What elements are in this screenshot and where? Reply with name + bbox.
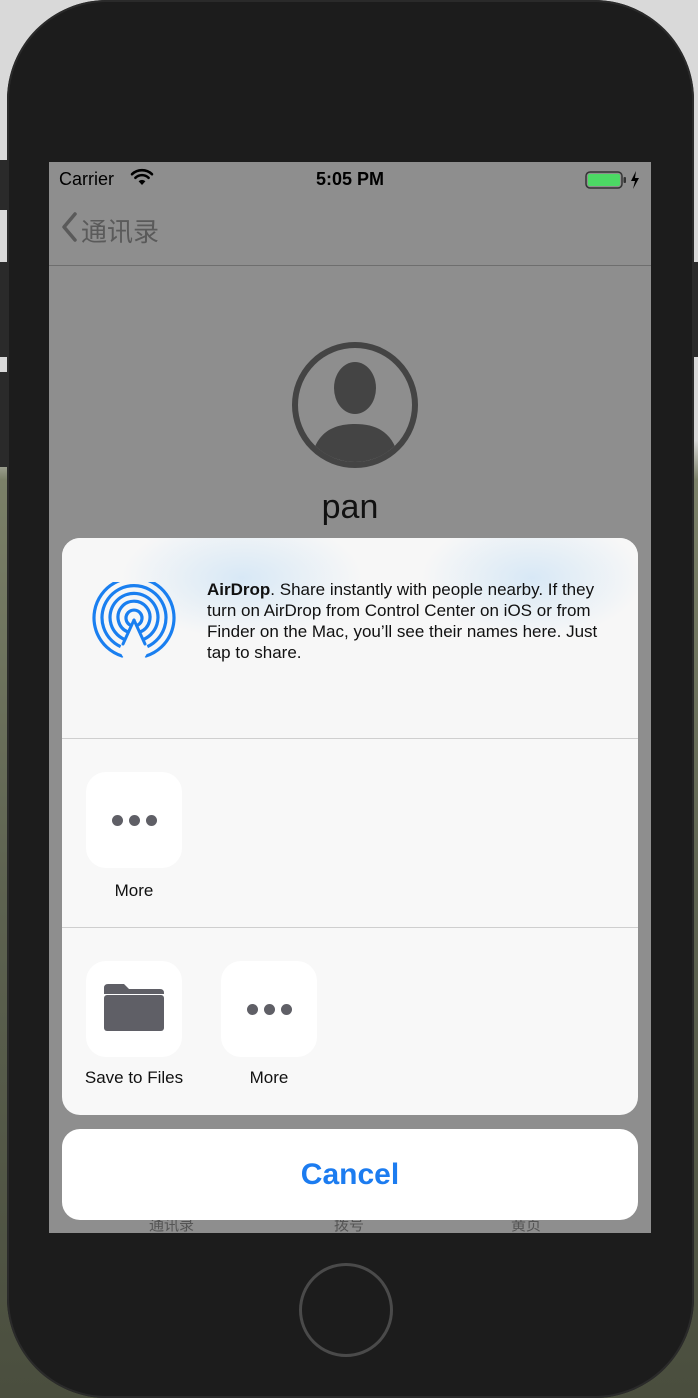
folder-icon [102,982,166,1037]
avatar [290,340,420,475]
share-actions-row: Save to Files More [62,928,638,1115]
more-apps-button[interactable] [86,772,182,868]
more-icon [246,1003,292,1015]
share-sheet: AirDrop. Share instantly with people nea… [62,538,638,1115]
save-to-files-label: Save to Files [84,1068,184,1087]
volume-down-button [0,372,7,467]
status-time: 5:05 PM [315,169,385,189]
chevron-left-icon [61,211,77,249]
person-avatar-icon [292,342,418,468]
more-apps-label: More [114,881,154,900]
status-bar: Carrier 5:05 PM [49,162,651,196]
airdrop-icon [92,576,176,663]
home-button[interactable] [299,1263,393,1357]
battery-charging-icon [585,170,643,195]
back-button[interactable]: 通讯录 [61,210,159,250]
cancel-button[interactable]: Cancel [62,1129,638,1220]
volume-up-button [0,262,7,357]
more-actions-button[interactable] [221,961,317,1057]
share-apps-row: More [62,739,638,928]
airdrop-description: AirDrop. Share instantly with people nea… [207,579,622,663]
contact-name: pan [321,488,379,526]
airdrop-section: AirDrop. Share instantly with people nea… [62,538,638,739]
mute-switch [0,160,7,210]
airdrop-title: AirDrop [207,580,271,599]
navigation-bar: 通讯录 [49,196,651,266]
more-icon [111,814,157,826]
back-button-label: 通讯录 [81,216,160,247]
more-actions-label: More [249,1068,289,1087]
save-to-files-button[interactable] [86,961,182,1057]
power-button [694,262,698,357]
